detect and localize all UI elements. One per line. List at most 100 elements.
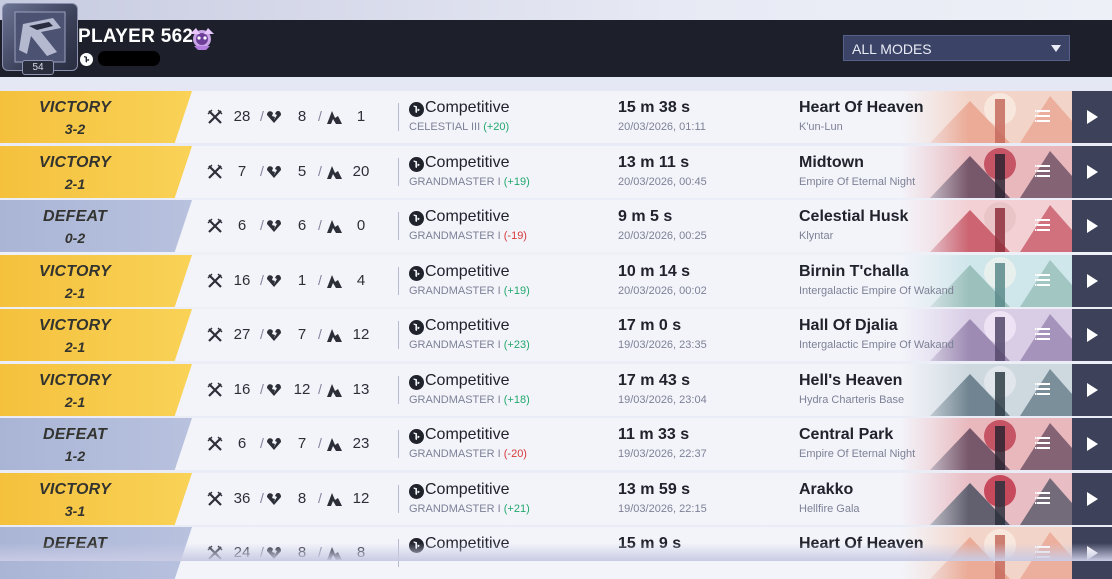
kills-value: 16 [233, 272, 251, 289]
replay-button[interactable] [1072, 364, 1112, 416]
menu-lines-icon[interactable] [1035, 545, 1051, 559]
assists-icon [327, 547, 342, 560]
map-region: Empire Of Eternal Night [799, 176, 916, 188]
playstation-icon [409, 429, 424, 444]
kills-value: 6 [237, 435, 247, 452]
menu-lines-icon[interactable] [1035, 491, 1051, 505]
map-name: Arakko [799, 481, 854, 498]
assists-value: 8 [356, 544, 366, 561]
match-duration: 15 m 38 s [618, 99, 691, 116]
replay-button[interactable] [1072, 91, 1112, 143]
deaths-icon [267, 438, 281, 450]
assists-value: 0 [356, 217, 366, 234]
column-divider [398, 267, 399, 295]
assists-value: 13 [352, 381, 370, 398]
stat-separator: / [318, 163, 322, 179]
map-name: Celestial Husk [799, 208, 909, 225]
match-date: 19/03/2026, 22:37 [618, 448, 707, 460]
deaths-value: 8 [297, 490, 307, 507]
game-mode: Competitive [425, 208, 510, 225]
match-row[interactable]: VICTORY 2-1 16 / 1 / 4 Competitive GRAND… [0, 255, 1112, 307]
column-divider [398, 485, 399, 513]
player-name: PLAYER 562 [78, 26, 194, 47]
column-divider [398, 430, 399, 458]
play-icon [1087, 110, 1098, 124]
rank-tier: GRANDMASTER I [409, 448, 501, 460]
match-duration: 11 m 33 s [618, 426, 690, 443]
column-divider [398, 158, 399, 186]
deaths-value: 8 [297, 544, 307, 561]
round-score: 2-1 [64, 285, 86, 301]
match-date: 20/03/2026, 00:02 [618, 285, 707, 297]
match-row[interactable]: DEFEAT 24 / 8 / 8 Competitive 15 m 9 s H… [0, 527, 1112, 579]
result-banner: VICTORY 2-1 [0, 146, 192, 198]
deaths-icon [267, 111, 281, 123]
deaths-icon [267, 220, 281, 232]
match-duration: 17 m 43 s [618, 372, 691, 389]
match-row[interactable]: VICTORY 3-2 28 / 8 / 1 Competitive CELES… [0, 91, 1112, 143]
playstation-icon [409, 266, 424, 281]
result-label: DEFEAT [42, 208, 107, 225]
replay-button[interactable] [1072, 255, 1112, 307]
rank-points-change: (-19) [503, 230, 527, 242]
game-mode: Competitive [425, 99, 510, 116]
player-title-icon [190, 28, 214, 50]
deaths-value: 8 [297, 108, 307, 125]
match-row[interactable]: DEFEAT 0-2 6 / 6 / 0 Competitive GRANDMA… [0, 200, 1112, 252]
match-row[interactable]: VICTORY 2-1 16 / 12 / 13 Competitive GRA… [0, 364, 1112, 416]
stat-separator: / [318, 381, 322, 397]
rank-points-change: (+20) [483, 121, 510, 133]
match-duration: 15 m 9 s [618, 535, 682, 552]
match-row[interactable]: VICTORY 3-1 36 / 8 / 12 Competitive GRAN… [0, 473, 1112, 525]
play-icon [1087, 165, 1098, 179]
menu-lines-icon[interactable] [1035, 273, 1051, 287]
menu-lines-icon[interactable] [1035, 327, 1051, 341]
rank-points-change: (+21) [503, 503, 530, 515]
map-name: Central Park [799, 426, 894, 443]
mode-filter-dropdown[interactable]: ALL MODES [843, 35, 1070, 61]
assists-icon [327, 438, 342, 451]
assists-icon [327, 384, 342, 397]
assists-value: 20 [352, 163, 370, 180]
rank-info: GRANDMASTER I (-19) [409, 230, 527, 242]
match-row[interactable]: DEFEAT 1-2 6 / 7 / 23 Competitive GRANDM… [0, 418, 1112, 470]
rank-tier: GRANDMASTER I [409, 339, 501, 351]
rank-tier: GRANDMASTER I [409, 176, 501, 188]
player-level-badge: 54 [22, 60, 54, 75]
replay-button[interactable] [1072, 309, 1112, 361]
menu-lines-icon[interactable] [1035, 218, 1051, 232]
replay-button[interactable] [1072, 473, 1112, 525]
map-region: Intergalactic Empire Of Wakanda [799, 339, 954, 351]
match-row[interactable]: VICTORY 2-1 27 / 7 / 12 Competitive GRAN… [0, 309, 1112, 361]
deaths-icon [267, 329, 281, 341]
match-duration: 13 m 11 s [618, 154, 690, 171]
replay-button[interactable] [1072, 146, 1112, 198]
result-label: VICTORY [39, 372, 111, 389]
kills-icon [207, 273, 223, 288]
top-strip [0, 0, 1112, 20]
map-name: Birnin T'challa [799, 263, 909, 280]
rank-tier: GRANDMASTER I [409, 285, 501, 297]
menu-lines-icon[interactable] [1035, 164, 1051, 178]
rank-info: GRANDMASTER I (+19) [409, 285, 530, 297]
deaths-icon [267, 275, 281, 287]
menu-lines-icon[interactable] [1035, 382, 1051, 396]
play-icon [1087, 546, 1098, 560]
column-divider [398, 376, 399, 404]
playstation-icon [409, 157, 424, 172]
assists-icon [327, 220, 342, 233]
rank-info: GRANDMASTER I (+21) [409, 503, 530, 515]
menu-lines-icon[interactable] [1035, 436, 1051, 450]
stat-separator: / [318, 108, 322, 124]
kills-value: 6 [237, 217, 247, 234]
replay-button[interactable] [1072, 527, 1112, 579]
menu-lines-icon[interactable] [1035, 109, 1051, 123]
assists-value: 1 [356, 108, 366, 125]
assists-icon [327, 166, 342, 179]
replay-button[interactable] [1072, 418, 1112, 470]
match-date: 19/03/2026, 22:15 [618, 503, 707, 515]
replay-button[interactable] [1072, 200, 1112, 252]
column-divider [398, 212, 399, 240]
match-row[interactable]: VICTORY 2-1 7 / 5 / 20 Competitive GRAND… [0, 146, 1112, 198]
rank-tier: GRANDMASTER I [409, 230, 501, 242]
